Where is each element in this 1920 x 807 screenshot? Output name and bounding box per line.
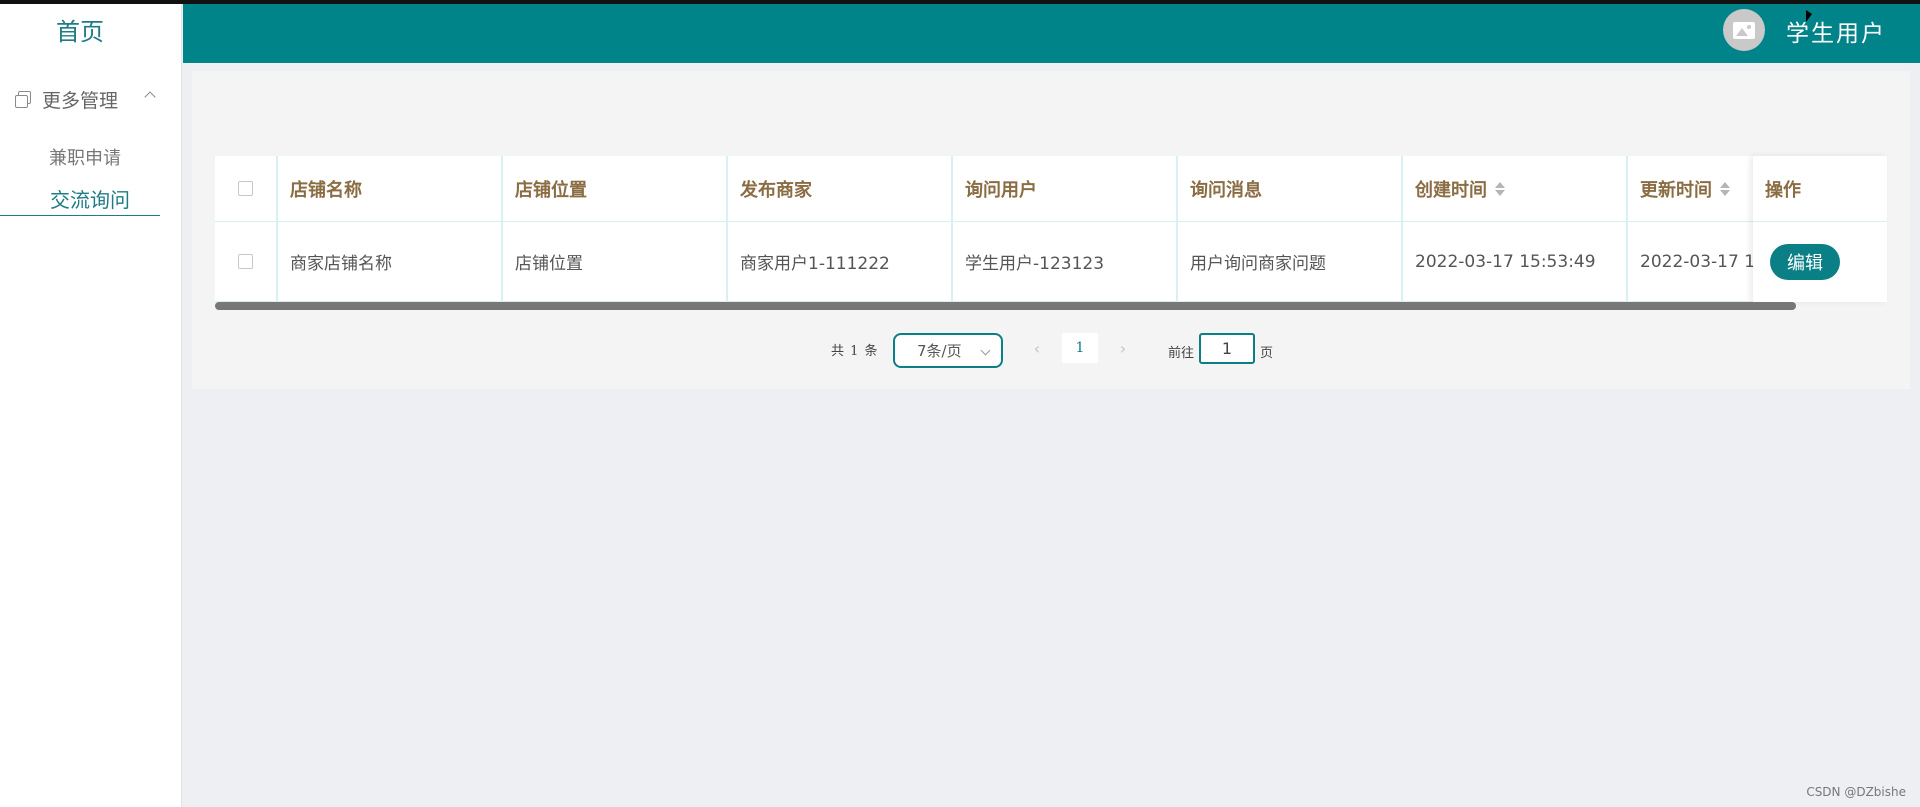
cell-created: 2022-03-17 15:53:49 — [1403, 222, 1628, 301]
sidebar-group-more-management[interactable]: 更多管理 — [14, 84, 164, 114]
cell-message: 用户询问商家问题 — [1178, 222, 1403, 301]
table-header-row: 店铺名称 店铺位置 发布商家 询问用户 询问消息 创建时间 更新时间 — [215, 156, 1887, 222]
next-page-button[interactable]: › — [1106, 333, 1140, 363]
sidebar-item-inquiry[interactable]: 交流询问 — [0, 184, 160, 216]
column-header-user: 询问用户 — [953, 156, 1178, 221]
sidebar-home-link[interactable]: 首页 — [0, 12, 160, 47]
column-header-shop-location: 店铺位置 — [503, 156, 728, 221]
sidebar-group-label: 更多管理 — [42, 89, 119, 112]
column-header-merchant: 发布商家 — [728, 156, 953, 221]
column-header-created-label: 创建时间 — [1415, 179, 1487, 201]
chevron-right-icon: › — [1119, 338, 1127, 358]
column-header-updated-label: 更新时间 — [1640, 179, 1712, 201]
row-checkbox[interactable] — [238, 254, 253, 269]
select-all-checkbox[interactable] — [238, 181, 253, 196]
page-suffix: 页 — [1260, 346, 1274, 361]
previous-page-button[interactable]: ‹ — [1020, 333, 1054, 363]
goto-label: 前往 — [1168, 346, 1195, 361]
goto-page-input[interactable] — [1199, 333, 1255, 364]
chevron-down-icon — [980, 345, 991, 356]
header-select-cell — [215, 156, 278, 221]
action-cell: 编辑 — [1753, 222, 1887, 302]
cell-user: 学生用户-123123 — [953, 222, 1178, 301]
fixed-action-column: 操作 编辑 — [1753, 156, 1887, 302]
column-header-shop-name: 店铺名称 — [278, 156, 503, 221]
chevron-left-icon: ‹ — [1033, 338, 1041, 358]
top-header — [183, 4, 1920, 63]
page-number-1[interactable]: 1 — [1062, 333, 1098, 363]
image-icon — [1733, 21, 1755, 39]
username-label[interactable]: 学生用户 — [1786, 14, 1886, 48]
page-size-select[interactable]: 7条/页 — [893, 333, 1003, 368]
chevron-up-icon — [144, 91, 156, 103]
inquiry-table: 店铺名称 店铺位置 发布商家 询问用户 询问消息 创建时间 更新时间 商家店铺名… — [215, 156, 1887, 302]
page-size-value: 7条/页 — [917, 342, 962, 360]
cell-merchant: 商家用户1-111222 — [728, 222, 953, 301]
sort-icon[interactable] — [1495, 181, 1505, 197]
column-header-created[interactable]: 创建时间 — [1403, 156, 1628, 221]
column-header-message: 询问消息 — [1178, 156, 1403, 221]
pagination-total: 共 1 条 — [831, 344, 879, 359]
cell-shop-location: 店铺位置 — [503, 222, 728, 301]
sidebar-item-part-time-application[interactable]: 兼职申请 — [0, 144, 160, 170]
table-row: 商家店铺名称 店铺位置 商家用户1-111222 学生用户-123123 用户询… — [215, 222, 1887, 302]
sidebar: 首页 更多管理 兼职申请 交流询问 — [0, 4, 182, 807]
sort-icon[interactable] — [1720, 181, 1730, 197]
copy-icon — [14, 90, 32, 108]
avatar[interactable] — [1723, 9, 1765, 51]
column-header-action: 操作 — [1753, 156, 1887, 222]
mouse-cursor-icon — [1806, 10, 1812, 22]
cell-shop-name: 商家店铺名称 — [278, 222, 503, 301]
watermark: CSDN @DZbishe — [1806, 785, 1906, 799]
table-horizontal-scrollbar[interactable] — [215, 302, 1796, 310]
edit-button[interactable]: 编辑 — [1770, 244, 1840, 280]
row-select-cell — [215, 222, 278, 301]
